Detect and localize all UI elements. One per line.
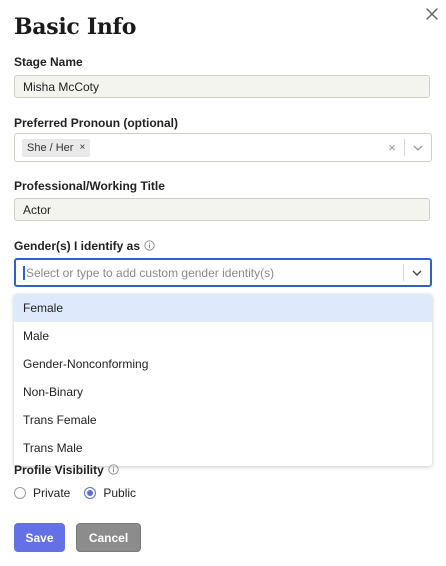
radio-private-label[interactable]: Private [33,486,70,500]
gender-options-menu: Female Male Gender-Nonconforming Non-Bin… [14,294,432,466]
visibility-label: Profile Visibility [14,463,119,478]
cancel-button[interactable]: Cancel [76,523,141,552]
working-title-label: Professional/Working Title [14,179,165,193]
gender-select[interactable]: Select or type to add custom gender iden… [14,258,432,287]
info-icon[interactable] [108,464,119,478]
option-non-binary[interactable]: Non-Binary [14,378,432,406]
option-trans-female[interactable]: Trans Female [14,406,432,434]
chevron-down-icon[interactable] [405,145,431,151]
chevron-down-icon[interactable] [404,270,430,276]
gender-label-text: Gender(s) I identify as [14,239,141,253]
text-cursor [23,265,25,280]
radio-public-label[interactable]: Public [103,486,136,500]
close-button[interactable] [423,5,441,23]
pronoun-chip: She / Her × [22,138,91,157]
option-female[interactable]: Female [14,294,432,322]
visibility-label-text: Profile Visibility [14,463,104,477]
pronoun-select[interactable]: She / Her × × [14,133,432,162]
stage-name-field[interactable]: Misha McCoty [14,75,430,98]
option-trans-male[interactable]: Trans Male [14,434,432,462]
radio-private[interactable] [14,487,26,499]
option-male[interactable]: Male [14,322,432,350]
save-button[interactable]: Save [14,523,65,552]
stage-name-value: Misha McCoty [23,79,100,94]
info-icon[interactable] [144,240,155,254]
clear-icon[interactable]: × [380,140,404,155]
gender-placeholder: Select or type to add custom gender iden… [26,265,275,280]
gender-label: Gender(s) I identify as [14,239,155,254]
close-icon [426,8,438,20]
pronoun-label: Preferred Pronoun (optional) [14,116,179,130]
dialog-title: Basic Info [14,14,137,40]
chip-remove-icon[interactable]: × [79,142,85,153]
radio-public[interactable] [84,487,97,499]
option-gender-nonconforming[interactable]: Gender-Nonconforming [14,350,432,378]
working-title-field[interactable]: Actor [14,198,430,221]
stage-name-label: Stage Name [14,55,83,69]
visibility-radio-group: Private Public [14,486,150,500]
working-title-value: Actor [23,202,52,217]
pronoun-chip-label: She / Her [27,141,74,154]
